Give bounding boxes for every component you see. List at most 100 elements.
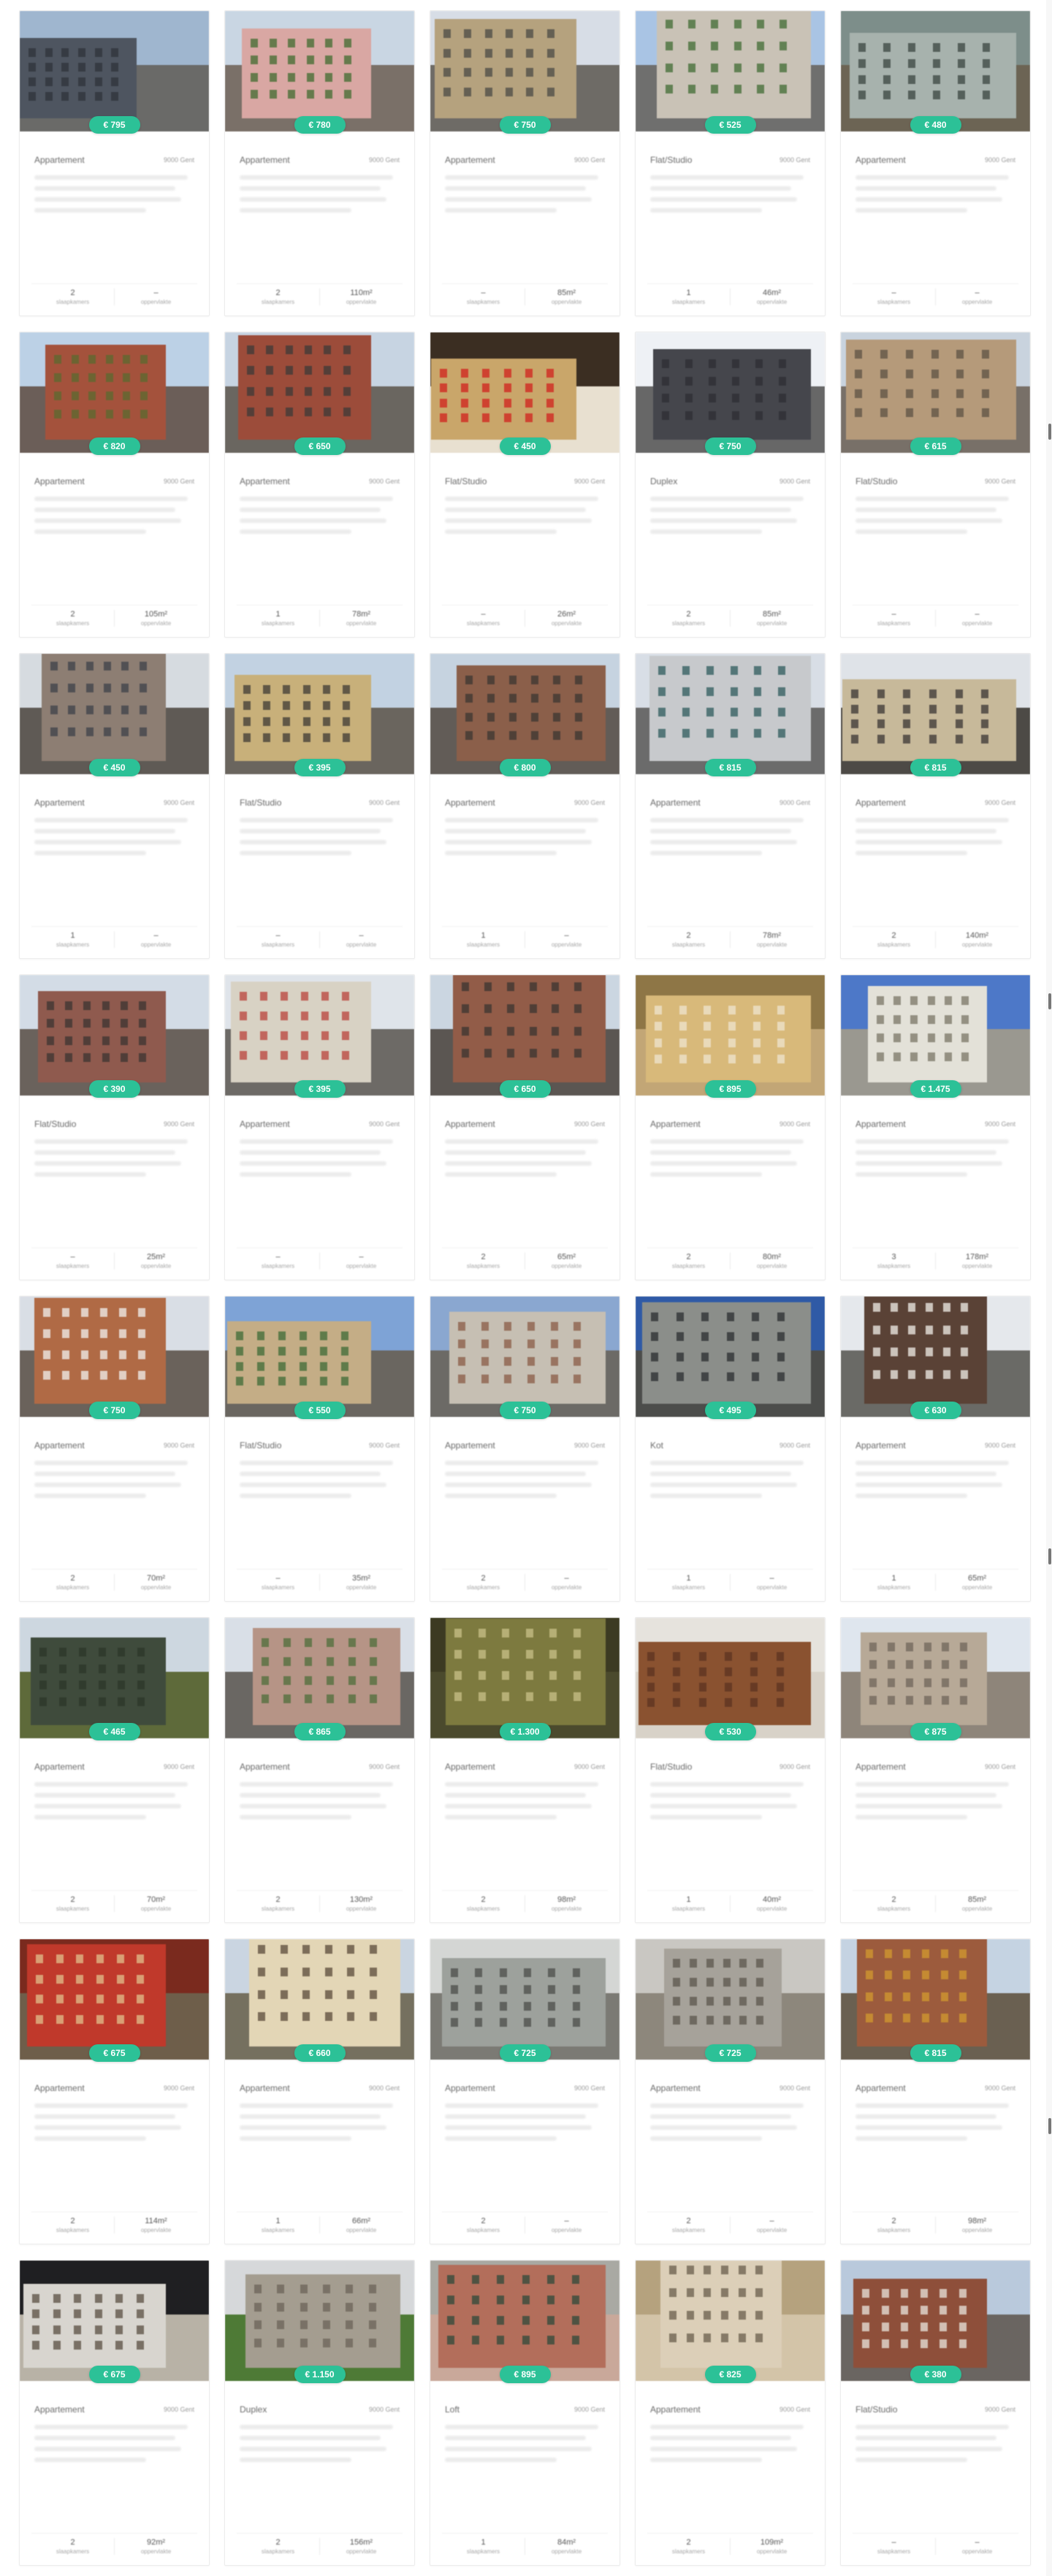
listing-photo[interactable] bbox=[636, 654, 825, 774]
listing-card[interactable]: € 800 Appartement 9000 Gent 1 slaapkamers – op… bbox=[430, 653, 620, 959]
listing-photo[interactable] bbox=[430, 2260, 620, 2381]
listing-photo[interactable] bbox=[225, 11, 414, 131]
listing-photo[interactable] bbox=[841, 2260, 1030, 2381]
listing-card[interactable]: € 380 Flat/Studio 9000 Gent – slaapkamers – op… bbox=[840, 2260, 1031, 2566]
listing-card[interactable]: € 750 Appartement 9000 Gent 2 slaapkamers 70m… bbox=[19, 1296, 210, 1602]
listing-photo[interactable] bbox=[20, 2260, 209, 2381]
listing-card[interactable]: € 550 Flat/Studio 9000 Gent – slaapkamers 35m… bbox=[224, 1296, 415, 1602]
listing-card[interactable]: € 615 Flat/Studio 9000 Gent – slaapkamers – op… bbox=[840, 332, 1031, 638]
listing-card[interactable]: € 815 Appartement 9000 Gent 2 slaapkamers 78m… bbox=[635, 653, 826, 959]
listing-photo[interactable] bbox=[20, 11, 209, 131]
listing-stats: 1 slaapkamers – oppervlakte bbox=[31, 926, 197, 948]
listing-photo[interactable] bbox=[225, 1296, 414, 1417]
property-type: Flat/Studio bbox=[445, 476, 487, 486]
listing-card[interactable]: € 725 Appartement 9000 Gent 2 slaapkamers – op… bbox=[430, 1938, 620, 2244]
listing-photo[interactable] bbox=[841, 332, 1030, 453]
listing-photo[interactable] bbox=[225, 654, 414, 774]
listing-photo[interactable] bbox=[225, 975, 414, 1096]
listing-photo[interactable] bbox=[430, 1939, 620, 2060]
scrollbar[interactable] bbox=[1046, 0, 1052, 2576]
photo-window bbox=[96, 1974, 104, 1984]
listing-card[interactable]: € 480 Appartement 9000 Gent – slaapkamers – op… bbox=[840, 10, 1031, 316]
photo-window bbox=[243, 717, 251, 726]
photo-window bbox=[447, 2336, 454, 2345]
listing-photo[interactable] bbox=[841, 1939, 1030, 2060]
listing-card[interactable]: € 1.475 Appartement 9000 Gent 3 slaapkamers 1… bbox=[840, 974, 1031, 1280]
listing-photo[interactable] bbox=[20, 332, 209, 453]
scroll-marker[interactable] bbox=[1048, 1548, 1051, 1564]
listing-card[interactable]: € 750 Appartement 9000 Gent 2 slaapkamers – op… bbox=[430, 1296, 620, 1602]
listing-card[interactable]: € 895 Appartement 9000 Gent 2 slaapkamers 80m… bbox=[635, 974, 826, 1280]
listing-card[interactable]: € 395 Flat/Studio 9000 Gent – slaapkamers – op… bbox=[224, 653, 415, 959]
listing-card[interactable]: € 650 Appartement 9000 Gent 2 slaapkamers 65m… bbox=[430, 974, 620, 1280]
listing-photo[interactable] bbox=[430, 1296, 620, 1417]
listing-card[interactable]: € 895 Loft 9000 Gent 1 slaapkamers 84m² opperv… bbox=[430, 2260, 620, 2566]
listing-photo[interactable] bbox=[20, 1939, 209, 2060]
listing-card[interactable]: € 495 Kot 9000 Gent 1 slaapkamers – oppervlakt… bbox=[635, 1296, 826, 1602]
listing-photo[interactable] bbox=[841, 654, 1030, 774]
listing-card[interactable]: € 675 Appartement 9000 Gent 2 slaapkamers 114… bbox=[19, 1938, 210, 2244]
listing-photo[interactable] bbox=[636, 2260, 825, 2381]
listing-photo[interactable] bbox=[636, 11, 825, 131]
listing-card[interactable]: € 660 Appartement 9000 Gent 1 slaapkamers 66m… bbox=[224, 1938, 415, 2244]
listing-card[interactable]: € 650 Appartement 9000 Gent 1 slaapkamers 78m… bbox=[224, 332, 415, 638]
listing-card[interactable]: € 525 Flat/Studio 9000 Gent 1 slaapkamers 46m… bbox=[635, 10, 826, 316]
listing-card[interactable]: € 750 Appartement 9000 Gent – slaapkamers 85m… bbox=[430, 10, 620, 316]
photo-window bbox=[929, 704, 937, 714]
listing-photo[interactable] bbox=[225, 1618, 414, 1738]
listing-card[interactable]: € 750 Duplex 9000 Gent 2 slaapkamers 85m² oppe… bbox=[635, 332, 826, 638]
listing-photo[interactable] bbox=[841, 1296, 1030, 1417]
listing-photo[interactable] bbox=[225, 2260, 414, 2381]
listing-photo[interactable] bbox=[636, 332, 825, 453]
listing-photo[interactable] bbox=[430, 332, 620, 453]
photo-window bbox=[706, 2016, 714, 2025]
listing-photo[interactable] bbox=[20, 1296, 209, 1417]
listing-photo[interactable] bbox=[225, 1939, 414, 2060]
listing-card[interactable]: € 875 Appartement 9000 Gent 2 slaapkamers 85m… bbox=[840, 1617, 1031, 1923]
listing-card[interactable]: € 530 Flat/Studio 9000 Gent 1 slaapkamers 40m… bbox=[635, 1617, 826, 1923]
listing-card[interactable]: € 815 Appartement 9000 Gent 2 slaapkamers 98m… bbox=[840, 1938, 1031, 2244]
listing-photo[interactable] bbox=[430, 11, 620, 131]
listing-photo[interactable] bbox=[430, 975, 620, 1096]
listing-photo[interactable] bbox=[430, 654, 620, 774]
listing-card[interactable]: € 825 Appartement 9000 Gent 2 slaapkamers 109… bbox=[635, 2260, 826, 2566]
listing-card[interactable]: € 450 Flat/Studio 9000 Gent – slaapkamers 26m… bbox=[430, 332, 620, 638]
listing-card[interactable]: € 395 Appartement 9000 Gent – slaapkamers – op… bbox=[224, 974, 415, 1280]
scroll-marker[interactable] bbox=[1048, 993, 1051, 1009]
bedrooms-stat-value: 2 bbox=[891, 931, 896, 940]
listing-description bbox=[430, 1129, 620, 1177]
listing-photo[interactable] bbox=[636, 1939, 825, 2060]
listing-card[interactable]: € 865 Appartement 9000 Gent 2 slaapkamers 130… bbox=[224, 1617, 415, 1923]
listing-photo[interactable] bbox=[636, 975, 825, 1096]
listing-photo[interactable] bbox=[20, 654, 209, 774]
photo-window bbox=[116, 1995, 124, 2003]
listing-photo[interactable] bbox=[636, 1618, 825, 1738]
listing-photo[interactable] bbox=[841, 11, 1030, 131]
photo-window bbox=[300, 2302, 308, 2312]
bedrooms-stat-value: – bbox=[275, 1574, 281, 1583]
listing-photo[interactable] bbox=[225, 332, 414, 453]
listing-card[interactable]: € 725 Appartement 9000 Gent 2 slaapkamers – op… bbox=[635, 1938, 826, 2244]
listing-photo[interactable] bbox=[841, 975, 1030, 1096]
listing-card[interactable]: € 465 Appartement 9000 Gent 2 slaapkamers 70m… bbox=[19, 1617, 210, 1923]
listing-card[interactable]: € 450 Appartement 9000 Gent 1 slaapkamers – op… bbox=[19, 653, 210, 959]
listing-photo[interactable] bbox=[430, 1618, 620, 1738]
listing-card[interactable]: € 815 Appartement 9000 Gent 2 slaapkamers 140… bbox=[840, 653, 1031, 959]
photo-window bbox=[58, 1648, 66, 1656]
listing-card[interactable]: € 780 Appartement 9000 Gent 2 slaapkamers 110… bbox=[224, 10, 415, 316]
scroll-marker[interactable] bbox=[1048, 424, 1051, 440]
listing-card[interactable]: € 795 Appartement 9000 Gent 2 slaapkamers – op… bbox=[19, 10, 210, 316]
listing-card[interactable]: € 390 Flat/Studio 9000 Gent – slaapkamers 25m… bbox=[19, 974, 210, 1280]
scroll-marker[interactable] bbox=[1048, 2118, 1051, 2134]
listing-photo[interactable] bbox=[20, 975, 209, 1096]
listing-card[interactable]: € 820 Appartement 9000 Gent 2 slaapkamers 105… bbox=[19, 332, 210, 638]
photo-window bbox=[961, 1348, 968, 1356]
listing-card[interactable]: € 675 Appartement 9000 Gent 2 slaapkamers 92m… bbox=[19, 2260, 210, 2566]
listing-photo[interactable] bbox=[20, 1618, 209, 1738]
listing-photo[interactable] bbox=[841, 1618, 1030, 1738]
listing-card[interactable]: € 1.150 Duplex 9000 Gent 2 slaapkamers 156m² o… bbox=[224, 2260, 415, 2566]
listing-photo[interactable] bbox=[636, 1296, 825, 1417]
listing-card[interactable]: € 630 Appartement 9000 Gent 1 slaapkamers 65m… bbox=[840, 1296, 1031, 1602]
listing-card[interactable]: € 1.300 Appartement 9000 Gent 2 slaapkamers 9… bbox=[430, 1617, 620, 1923]
photo-window bbox=[721, 2288, 728, 2297]
